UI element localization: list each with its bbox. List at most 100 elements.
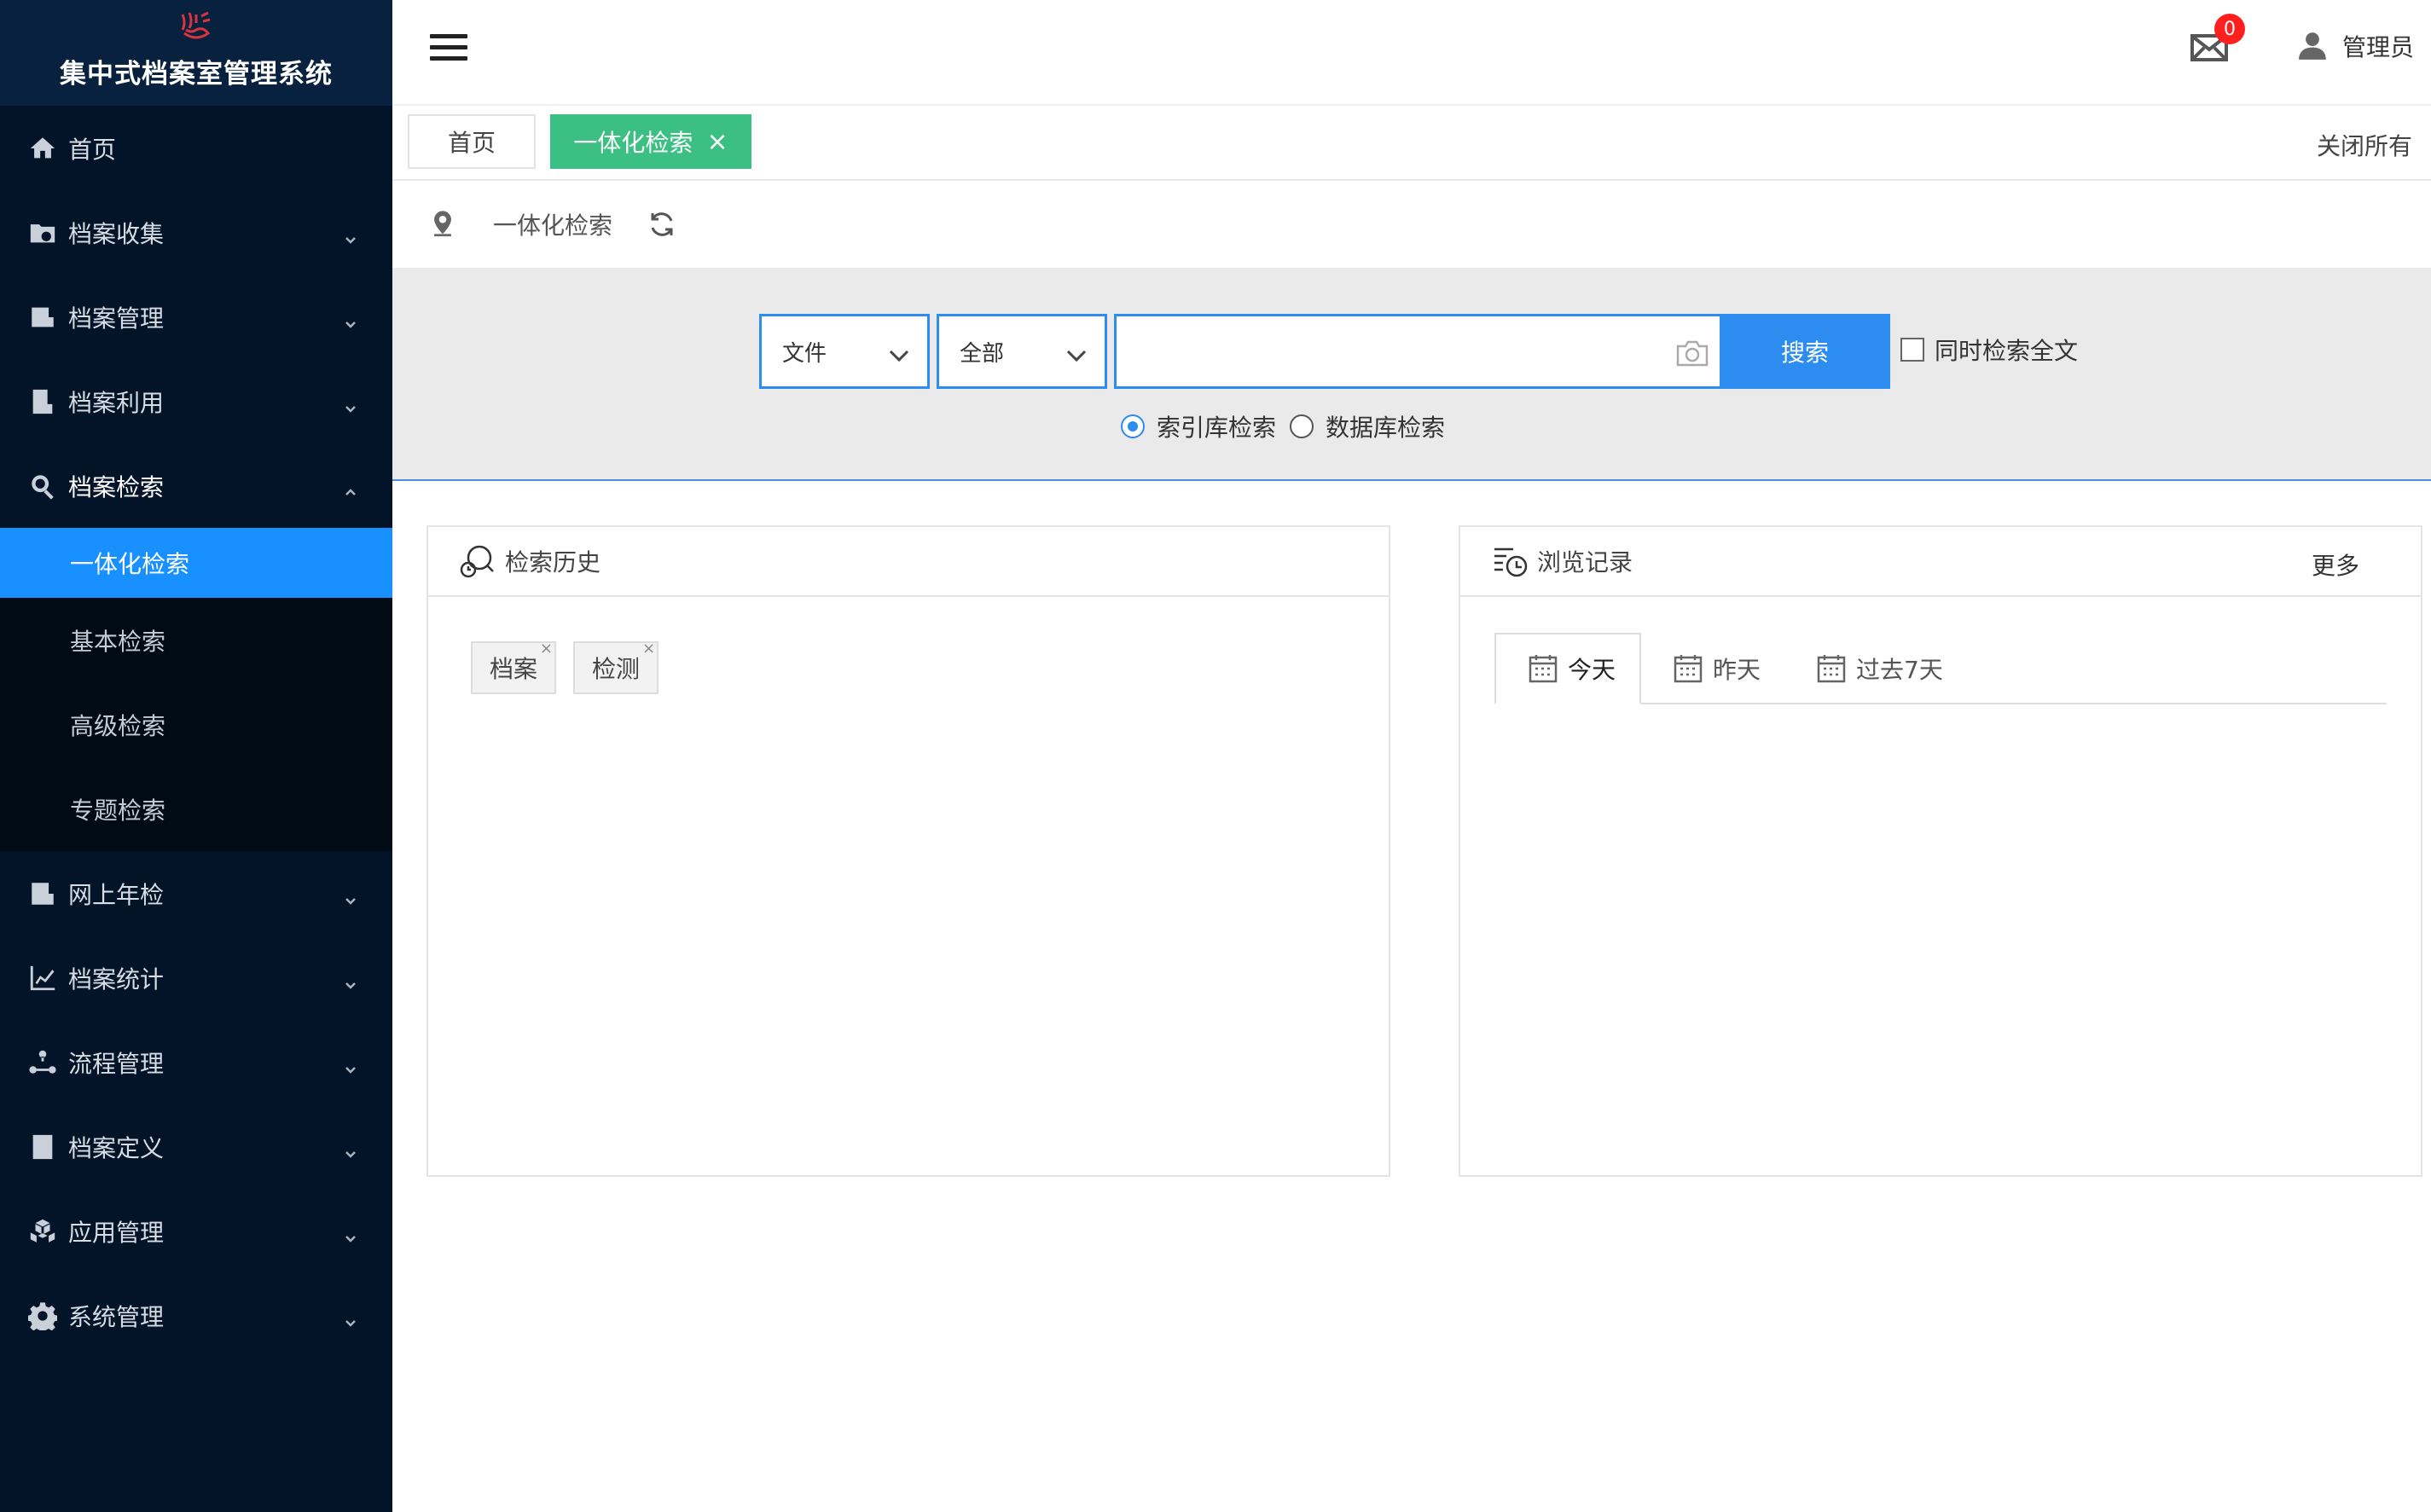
tab-last-7-days[interactable]: 过去7天 [1784, 633, 1967, 704]
hamburger-menu-icon[interactable] [430, 34, 467, 63]
sidebar-item-app-manage[interactable]: 应用管理 [0, 1189, 392, 1273]
chevron-up-icon [343, 478, 358, 495]
search-history-panel: 检索历史 档案 × 检测 × [426, 525, 1390, 1177]
close-icon[interactable]: × [642, 640, 655, 658]
workflow-icon [27, 1047, 58, 1078]
sidebar-item-statistics[interactable]: 档案统计 [0, 936, 392, 1020]
radio-database-label[interactable]: 数据库检索 [1326, 409, 1445, 443]
sidebar-item-home[interactable]: 首页 [0, 106, 392, 190]
checkbox[interactable] [1900, 338, 1924, 362]
tab-label: 过去7天 [1856, 656, 1943, 684]
chevron-down-icon [343, 1224, 358, 1243]
date-range-tabs: 今天 昨天 过去7天 [1494, 633, 2387, 704]
chevron-down-icon [343, 394, 358, 413]
refresh-icon[interactable] [647, 209, 677, 240]
history-tag[interactable]: 档案 × [471, 640, 557, 694]
sidebar-item-label: 档案统计 [68, 965, 165, 994]
sidebar-subitem-advanced-search[interactable]: 高级检索 [0, 682, 392, 767]
tab-today[interactable]: 今天 [1494, 633, 1642, 704]
tab-home[interactable]: 首页 [408, 114, 536, 169]
search-button[interactable]: 搜索 [1720, 314, 1890, 389]
close-icon[interactable]: × [706, 127, 728, 157]
logo-area: 集中式档案室管理系统 [0, 0, 392, 106]
file-type-value: 文件 [782, 340, 827, 367]
sidebar-subitem-topic-search[interactable]: 专题检索 [0, 767, 392, 851]
annual-check-icon [27, 878, 58, 909]
radio-index-label[interactable]: 索引库检索 [1157, 409, 1276, 443]
close-all-tabs-button[interactable]: 关闭所有 [2317, 128, 2412, 162]
search-input-wrapper [1114, 314, 1720, 389]
sidebar-item-label: 档案管理 [68, 304, 165, 333]
sidebar-item-label: 档案收集 [68, 219, 165, 248]
panel-header: 检索历史 [428, 527, 1389, 597]
chevron-down-icon [343, 886, 358, 905]
sidebar-item-search[interactable]: 档案检索 [0, 443, 392, 528]
mail-notification[interactable]: 0 [2190, 14, 2245, 67]
chevron-down-icon [343, 1308, 358, 1327]
close-icon[interactable]: × [540, 640, 553, 658]
sidebar-item-annual-check[interactable]: 网上年检 [0, 851, 392, 936]
file-type-select[interactable]: 文件 [759, 314, 930, 389]
sidebar-item-use[interactable]: 档案利用 [0, 359, 392, 443]
sidebar-subitem-integrated-search[interactable]: 一体化检索 [0, 528, 392, 598]
radio-index-search[interactable] [1121, 414, 1145, 438]
definition-icon [27, 1132, 58, 1162]
chevron-down-icon [343, 970, 358, 989]
tab-integrated-search[interactable]: 一体化检索 × [550, 114, 751, 169]
sidebar: 集中式档案室管理系统 首页 档案收集 档案管理 档案利用 档案检索 一体化检索 [0, 0, 392, 1512]
sidebar-item-workflow[interactable]: 流程管理 [0, 1020, 392, 1104]
history-tag[interactable]: 检测 × [573, 640, 659, 694]
sidebar-subitem-basic-search[interactable]: 基本检索 [0, 598, 392, 682]
mail-count-badge: 0 [2214, 14, 2245, 44]
history-tags: 档案 × 检测 × [428, 597, 1389, 694]
sidebar-item-system-manage[interactable]: 系统管理 [0, 1273, 392, 1358]
search-panel: 文件 全部 搜索 同时检索全文 索引库检索 数据库检索 [392, 268, 2431, 481]
home-icon [27, 133, 58, 164]
breadcrumb-current: 一体化检索 [493, 211, 613, 240]
history-tag-label: 档案 [490, 655, 538, 683]
folder-add-icon [27, 217, 58, 248]
tab-yesterday[interactable]: 昨天 [1641, 633, 1784, 704]
panel-title: 检索历史 [505, 548, 601, 576]
chevron-down-icon [343, 1139, 358, 1158]
sidebar-item-definition[interactable]: 档案定义 [0, 1104, 392, 1189]
archive-manage-icon [27, 302, 58, 333]
search-input[interactable] [1117, 316, 1720, 386]
sidebar-item-collect[interactable]: 档案收集 [0, 190, 392, 275]
search-mode-radios: 索引库检索 数据库检索 [1121, 409, 1459, 443]
line-chart-icon [27, 963, 58, 994]
search-icon [27, 471, 58, 501]
user-name: 管理员 [2342, 33, 2415, 61]
sidebar-item-label: 首页 [68, 135, 117, 164]
user-menu[interactable]: 管理员 [2296, 29, 2414, 63]
history-tag-label: 检测 [592, 655, 641, 683]
panel-header: 浏览记录 更多 [1460, 527, 2421, 597]
chevron-down-icon [888, 344, 910, 362]
sidebar-item-manage[interactable]: 档案管理 [0, 275, 392, 359]
chevron-down-icon [343, 1055, 358, 1074]
chevron-down-icon [343, 225, 358, 244]
camera-icon[interactable] [1675, 339, 1709, 368]
fulltext-checkbox[interactable]: 同时检索全文 [1900, 333, 2078, 367]
scope-select[interactable]: 全部 [937, 314, 1107, 389]
search-submenu: 一体化检索 基本检索 高级检索 专题检索 [0, 528, 392, 851]
panel-title: 浏览记录 [1537, 548, 1633, 576]
radio-database-search[interactable] [1290, 414, 1314, 438]
sidebar-item-label: 网上年检 [68, 880, 165, 909]
scope-value: 全部 [960, 340, 1005, 367]
document-use-icon [27, 386, 58, 417]
sidebar-item-label: 档案定义 [68, 1133, 165, 1162]
breadcrumb: 一体化检索 [392, 182, 2431, 266]
page-tabs-bar: 首页 一体化检索 × 关闭所有 [392, 107, 2431, 181]
top-header: 0 管理员 [392, 0, 2431, 106]
sidebar-item-label: 档案利用 [68, 388, 165, 417]
more-link[interactable]: 更多 [2312, 547, 2359, 582]
tab-label: 一体化检索 [573, 129, 693, 157]
search-history-icon [459, 542, 496, 580]
sidebar-item-label: 档案检索 [68, 472, 165, 501]
chevron-down-icon [343, 310, 358, 328]
logo-icon [181, 11, 211, 39]
tab-label: 昨天 [1713, 656, 1761, 684]
sidebar-menu: 首页 档案收集 档案管理 档案利用 档案检索 [0, 106, 392, 528]
cubes-icon [27, 1216, 58, 1247]
